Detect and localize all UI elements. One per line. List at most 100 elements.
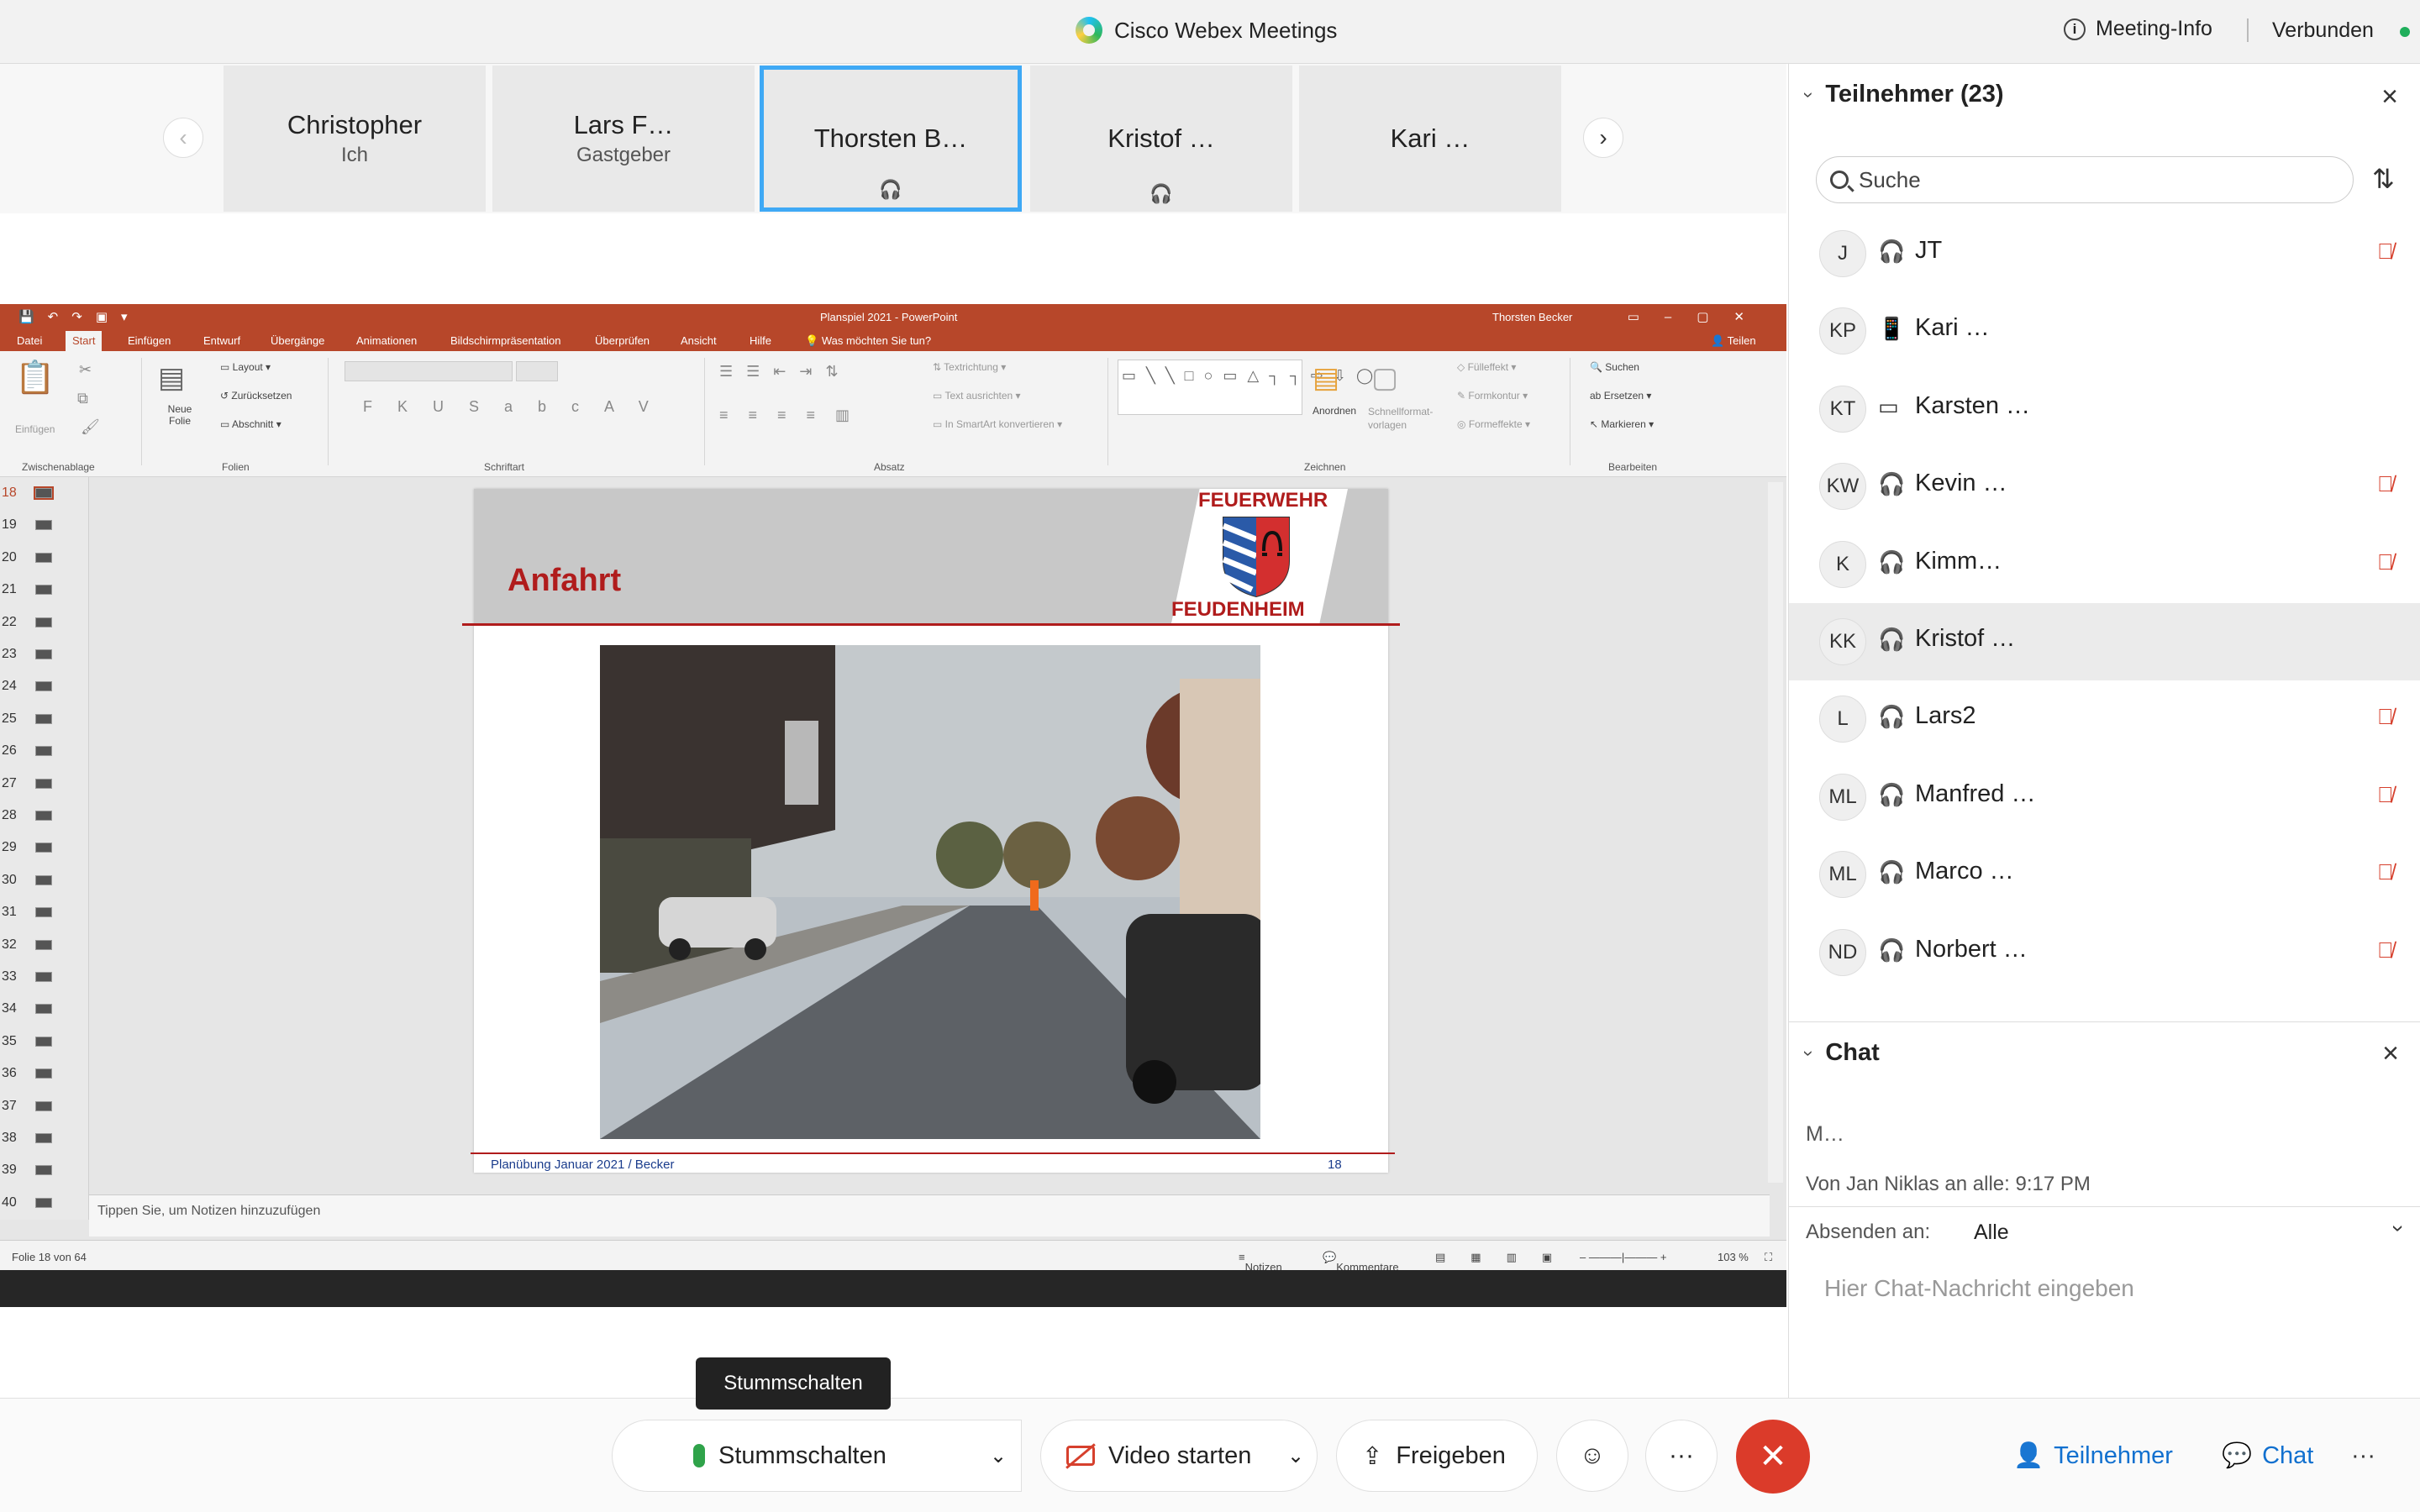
muted-microphone-icon[interactable]: 🎙̸ (2377, 937, 2394, 963)
slide-thumbnail[interactable] (35, 1165, 52, 1176)
shape-outline-button[interactable]: ✎ Formkontur ▾ (1457, 390, 1528, 402)
slide-thumbnail[interactable] (35, 713, 52, 724)
participant-row[interactable]: KK 🎧 Kristof … (1789, 603, 2420, 680)
copy-icon[interactable]: ⧉ (77, 390, 88, 407)
slide-thumbnail-number[interactable]: 28 (2, 808, 17, 823)
align-buttons[interactable]: ≡≡≡≡▥ (719, 407, 870, 424)
notes-pane[interactable]: Tippen Sie, um Notizen hinzuzufügen (89, 1194, 1770, 1236)
slide-thumbnail[interactable] (35, 681, 52, 692)
slide-thumbnail[interactable] (35, 552, 52, 563)
audio-options-button[interactable]: ⌄ (975, 1420, 1022, 1492)
participants-toggle-button[interactable]: 👤 Teilnehmer (2013, 1420, 2173, 1492)
muted-microphone-icon[interactable]: 🎙̸ (2377, 782, 2394, 808)
slide-thumbnail[interactable] (35, 778, 52, 789)
more-options-button[interactable]: ··· (1645, 1420, 1718, 1492)
find-button[interactable]: 🔍 Suchen (1590, 361, 1639, 373)
pp-tell-me[interactable]: 💡 Was möchten Sie tun? (805, 334, 931, 348)
select-button[interactable]: ↖ Markieren ▾ (1590, 418, 1654, 430)
participant-row[interactable]: ML 🎧 Manfred … 🎙̸ (1789, 759, 2420, 836)
slide-thumbnail-number[interactable]: 32 (2, 937, 17, 953)
participant-row[interactable]: ND 🎧 Norbert … 🎙̸ (1789, 914, 2420, 991)
meeting-info-button[interactable]: i Meeting-Info (2064, 17, 2212, 41)
paste-button[interactable]: Einfügen (15, 423, 55, 435)
slide-thumbnail[interactable] (35, 1133, 52, 1143)
slide-thumbnail-number[interactable]: 36 (2, 1066, 17, 1081)
slide-thumbnail[interactable] (35, 1036, 52, 1047)
slide-thumbnail-number[interactable]: 20 (2, 550, 17, 565)
slide-thumbnail-number[interactable]: 21 (2, 582, 17, 597)
slide-thumbnail-number[interactable]: 39 (2, 1163, 17, 1178)
slide-thumbnail-number[interactable]: 30 (2, 873, 17, 888)
video-tile[interactable]: Kari … (1299, 66, 1561, 212)
pp-tab-entwurf[interactable]: Entwurf (203, 334, 240, 347)
notes-toggle[interactable]: ≡ Notizen (1239, 1251, 1282, 1273)
section-button[interactable]: ▭ Abschnitt ▾ (220, 418, 281, 430)
chat-input[interactable]: Hier Chat-Nachricht eingeben (1824, 1275, 2134, 1302)
share-button[interactable]: ⇪ Freigeben (1336, 1420, 1538, 1492)
mute-button[interactable]: Stummschalten (612, 1420, 1022, 1492)
pp-tab-datei[interactable]: Datei (17, 334, 42, 347)
slide-thumbnail[interactable] (35, 1004, 52, 1015)
slide-thumbnail[interactable] (35, 520, 52, 531)
video-tile-self[interactable]: Christopher Ich (224, 66, 486, 212)
font-size-select[interactable] (516, 361, 558, 381)
slide-thumbnail[interactable] (35, 939, 52, 950)
cut-icon[interactable]: ✂ (79, 361, 92, 379)
muted-microphone-icon[interactable]: 🎙̸ (2377, 704, 2394, 730)
layout-button[interactable]: ▭ Layout ▾ (220, 361, 271, 373)
video-tile-active-speaker[interactable]: Thorsten B… 🎧 (760, 66, 1022, 212)
zoom-slider[interactable]: – ———|——— + (1580, 1251, 1666, 1263)
arrange-button[interactable]: Anordnen (1313, 405, 1356, 417)
view-buttons[interactable]: ▤▦▥▣ (1435, 1251, 1577, 1264)
slide-thumbnail-number[interactable]: 31 (2, 905, 17, 920)
slide-thumbnail-number[interactable]: 25 (2, 711, 17, 727)
slide-thumbnail-number[interactable]: 33 (2, 969, 17, 984)
chat-header[interactable]: › Chat (1799, 1039, 1880, 1067)
pp-tab-ansicht[interactable]: Ansicht (681, 334, 717, 347)
sort-list-icon[interactable]: ⇅ (2372, 163, 2395, 195)
pp-tab-ueberpruefen[interactable]: Überprüfen (595, 334, 650, 347)
slide-thumbnail[interactable] (34, 486, 54, 500)
replace-button[interactable]: ab Ersetzen ▾ (1590, 390, 1651, 402)
text-direction-button[interactable]: ⇅ Textrichtung ▾ (933, 361, 1006, 373)
strip-previous-button[interactable]: ‹ (163, 118, 203, 158)
slide-thumbnail-number[interactable]: 19 (2, 517, 17, 533)
fit-slide-icon[interactable]: ⛶ (1765, 1251, 1772, 1264)
slide-thumbnail-number[interactable]: 26 (2, 743, 17, 759)
pp-tab-einfuegen[interactable]: Einfügen (128, 334, 171, 347)
quick-styles-button[interactable]: Schnellformat-vorlagen (1368, 405, 1433, 432)
chat-toggle-button[interactable]: 💬 Chat (2222, 1420, 2313, 1492)
participant-row[interactable]: KP 📱 Kari … (1789, 292, 2420, 370)
close-participants-icon[interactable]: × (2381, 81, 2398, 113)
video-options-button[interactable]: ⌄ (1272, 1420, 1319, 1492)
slide-thumbnail-number[interactable]: 18 (2, 486, 17, 501)
shape-effects-button[interactable]: ◎ Formeffekte ▾ (1457, 418, 1530, 430)
reset-button[interactable]: ↺ Zurücksetzen (220, 390, 292, 402)
new-slide-button[interactable]: Neue Folie (163, 403, 197, 427)
pp-share-button[interactable]: 👤 Teilen (1711, 334, 1756, 348)
slide-thumbnail[interactable] (35, 907, 52, 918)
slide-thumbnail-number[interactable]: 23 (2, 647, 17, 662)
comments-toggle[interactable]: 💬 Kommentare (1323, 1251, 1399, 1273)
participant-row[interactable]: K 🎧 Kimm… 🎙̸ (1789, 526, 2420, 603)
send-to-select[interactable]: Absenden an: Alle › (1789, 1206, 2420, 1265)
pp-tab-hilfe[interactable]: Hilfe (750, 334, 771, 347)
muted-microphone-icon[interactable]: 🎙̸ (2377, 239, 2394, 265)
strip-next-button[interactable]: › (1583, 118, 1623, 158)
pp-tab-uebergaenge[interactable]: Übergänge (271, 334, 324, 347)
slide-thumbnail-number[interactable]: 40 (2, 1195, 17, 1210)
slide-thumbnail[interactable] (35, 843, 52, 853)
slide-thumbnail[interactable] (35, 746, 52, 757)
participants-header[interactable]: › Teilnehmer (23) (1799, 81, 2004, 108)
slide-thumbnail[interactable] (35, 1100, 52, 1111)
current-slide[interactable]: Anfahrt FEUERWEHR FEUDENHEIM Planübung J… (462, 489, 1400, 1173)
align-text-button[interactable]: ▭ Text ausrichten ▾ (933, 390, 1021, 402)
slide-thumbnail-number[interactable]: 22 (2, 615, 17, 630)
pp-tab-bildschirmpraesentation[interactable]: Bildschirmpräsentation (450, 334, 561, 347)
slide-thumbnail[interactable] (35, 617, 52, 627)
pp-tab-animationen[interactable]: Animationen (356, 334, 417, 347)
format-painter-icon[interactable]: 🖌 (81, 418, 100, 436)
participant-row[interactable]: J 🎧 JT 🎙̸ (1789, 215, 2420, 292)
close-chat-icon[interactable]: × (2382, 1037, 2399, 1070)
muted-microphone-icon[interactable]: 🎙̸ (2377, 859, 2394, 885)
